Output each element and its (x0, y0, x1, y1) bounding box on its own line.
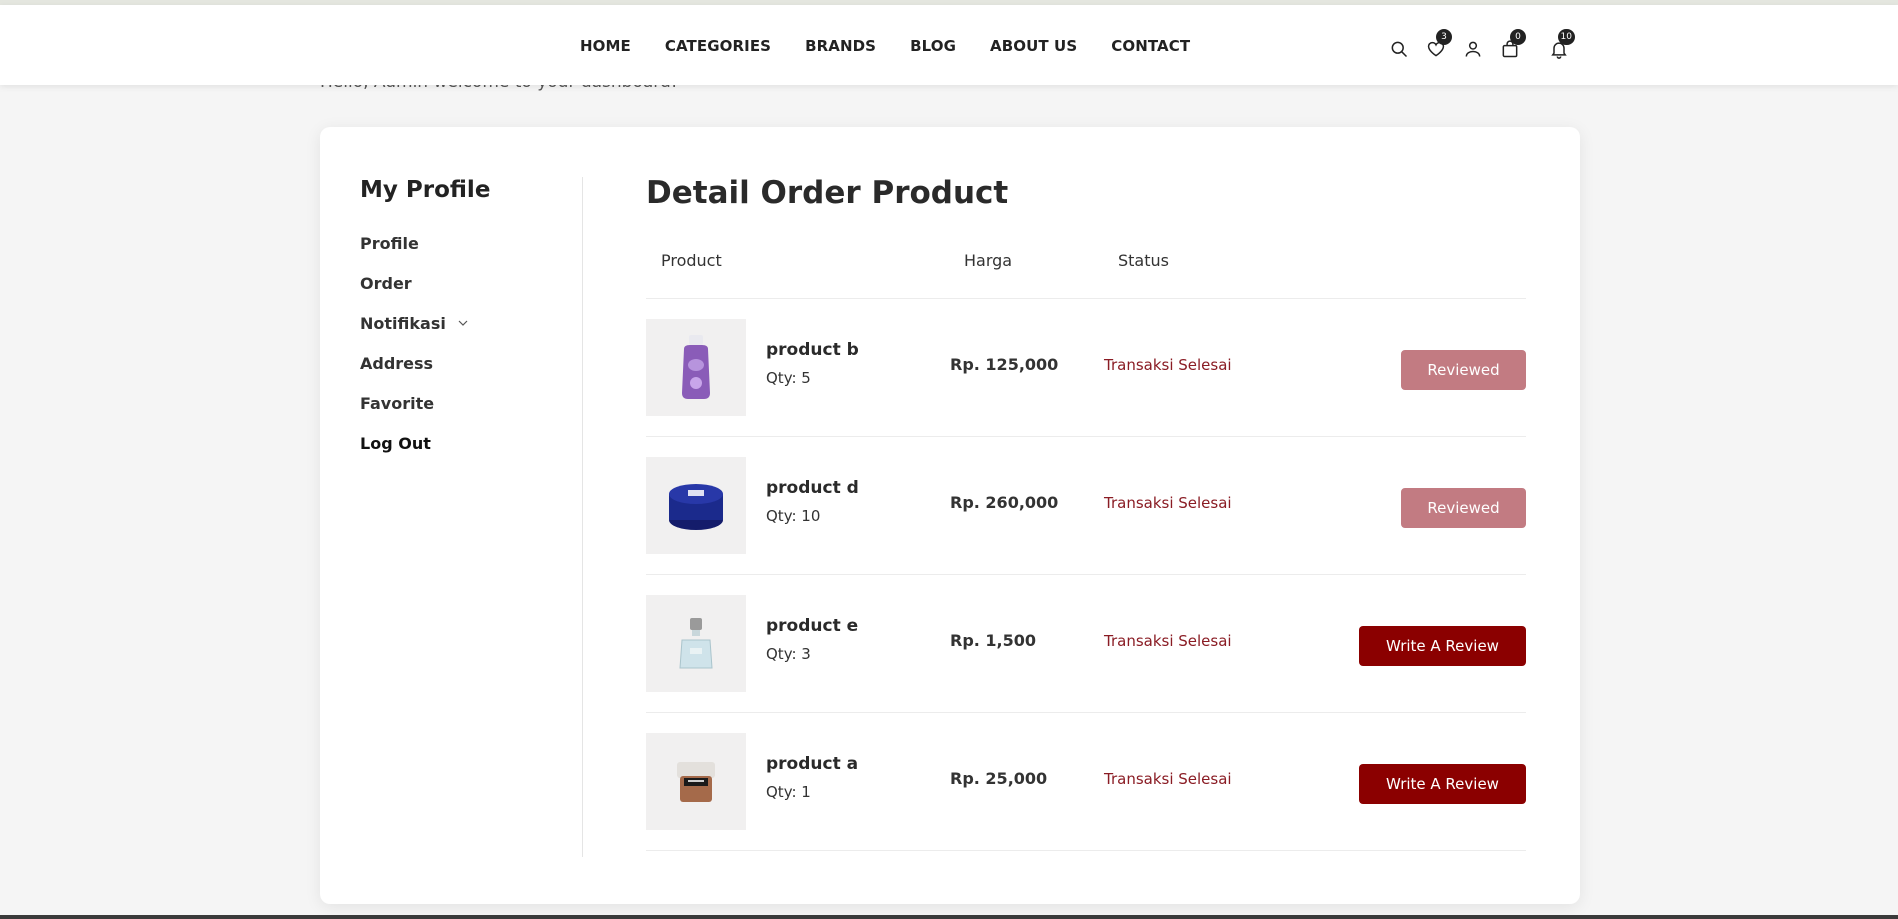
product-qty: Qty: 1 (766, 783, 811, 801)
sidebar-item-label: Notifikasi (360, 313, 446, 333)
product-qty: Qty: 10 (766, 507, 821, 525)
nav-blog[interactable]: BLOG (910, 37, 956, 55)
product-name[interactable]: product a (766, 754, 858, 774)
reviewed-button[interactable]: Reviewed (1401, 488, 1526, 528)
nav-brands[interactable]: BRANDS (805, 37, 876, 55)
write-review-button[interactable]: Write A Review (1359, 626, 1526, 666)
chevron-down-icon (458, 320, 468, 326)
write-review-button[interactable]: Write A Review (1359, 764, 1526, 804)
table-row: product b Qty: 5 Rp. 125,000 Transaksi S… (646, 299, 1526, 437)
nav-contact[interactable]: CONTACT (1111, 37, 1190, 55)
order-status: Transaksi Selesai (1104, 494, 1232, 512)
sidebar-item-label: Order (360, 273, 412, 293)
product-qty: Qty: 3 (766, 645, 811, 663)
table-row: product e Qty: 3 Rp. 1,500 Transaksi Sel… (646, 575, 1526, 713)
favorites-button[interactable]: 3 (1417, 29, 1454, 63)
cart-button[interactable]: 0 (1491, 29, 1528, 63)
product-price: Rp. 125,000 (950, 355, 1059, 374)
search-button[interactable] (1380, 35, 1417, 63)
product-image (646, 595, 746, 692)
sidebar-item-notifikasi[interactable]: Notifikasi (360, 303, 580, 343)
blue-tin-image (669, 483, 723, 530)
profile-sidebar: My Profile Profile Order Notifikasi Addr… (360, 177, 580, 463)
nav-about-us[interactable]: ABOUT US (990, 37, 1077, 55)
product-price: Rp. 1,500 (950, 631, 1037, 650)
order-status: Transaksi Selesai (1104, 356, 1232, 374)
reviewed-button[interactable]: Reviewed (1401, 350, 1526, 390)
product-qty: Qty: 5 (766, 369, 811, 387)
column-header-product: Product (661, 251, 722, 270)
sidebar-title: My Profile (360, 177, 491, 203)
bottom-border (0, 915, 1898, 919)
product-name[interactable]: product b (766, 340, 859, 360)
page-title: Detail Order Product (646, 175, 1009, 211)
user-icon (1465, 41, 1480, 57)
order-status: Transaksi Selesai (1104, 632, 1232, 650)
nav-categories[interactable]: CATEGORIES (665, 37, 771, 55)
notifications-button[interactable]: 10 (1540, 29, 1577, 63)
header-icons: 3 0 10 (1380, 29, 1577, 63)
notifications-count-badge: 10 (1557, 29, 1575, 45)
sidebar-item-label: Log Out (360, 433, 431, 453)
product-price: Rp. 25,000 (950, 769, 1048, 788)
table-header: Product Harga Status (646, 237, 1526, 299)
product-image (646, 457, 746, 554)
order-status: Transaksi Selesai (1104, 770, 1232, 788)
sidebar-item-favorite[interactable]: Favorite (360, 383, 580, 423)
product-image (646, 733, 746, 830)
sidebar-item-label: Address (360, 353, 434, 373)
table-row: product a Qty: 1 Rp. 25,000 Transaksi Se… (646, 713, 1526, 851)
sidebar-item-address[interactable]: Address (360, 343, 580, 383)
account-button[interactable] (1454, 35, 1491, 63)
main-nav: HOME CATEGORIES BRANDS BLOG ABOUT US CON… (580, 37, 1224, 55)
sidebar-item-logout[interactable]: Log Out (360, 423, 580, 463)
product-price: Rp. 260,000 (950, 493, 1059, 512)
purple-bottle-image (682, 334, 710, 399)
sidebar-item-label: Favorite (360, 393, 435, 413)
dashboard-card: My Profile Profile Order Notifikasi Addr… (320, 127, 1580, 904)
sidebar-item-order[interactable]: Order (360, 263, 580, 303)
sidebar-item-label: Profile (360, 233, 419, 253)
cart-count-badge: 0 (1510, 29, 1526, 45)
site-header: HOME CATEGORIES BRANDS BLOG ABOUT US CON… (0, 5, 1898, 85)
product-image (646, 319, 746, 416)
cream-jar-image (677, 761, 715, 802)
sidebar-divider (582, 177, 583, 857)
product-name[interactable]: product d (766, 478, 859, 498)
search-icon (1391, 41, 1407, 58)
table-row: product d Qty: 10 Rp. 260,000 Transaksi … (646, 437, 1526, 575)
perfume-bottle-image (679, 617, 713, 668)
favorites-count-badge: 3 (1436, 29, 1452, 45)
product-name[interactable]: product e (766, 616, 858, 636)
nav-home[interactable]: HOME (580, 37, 631, 55)
column-header-harga: Harga (964, 251, 1013, 270)
order-detail-section: Detail Order Product Product Harga Statu… (646, 175, 1526, 851)
sidebar-item-profile[interactable]: Profile (360, 223, 580, 263)
column-header-status: Status (1118, 251, 1169, 270)
